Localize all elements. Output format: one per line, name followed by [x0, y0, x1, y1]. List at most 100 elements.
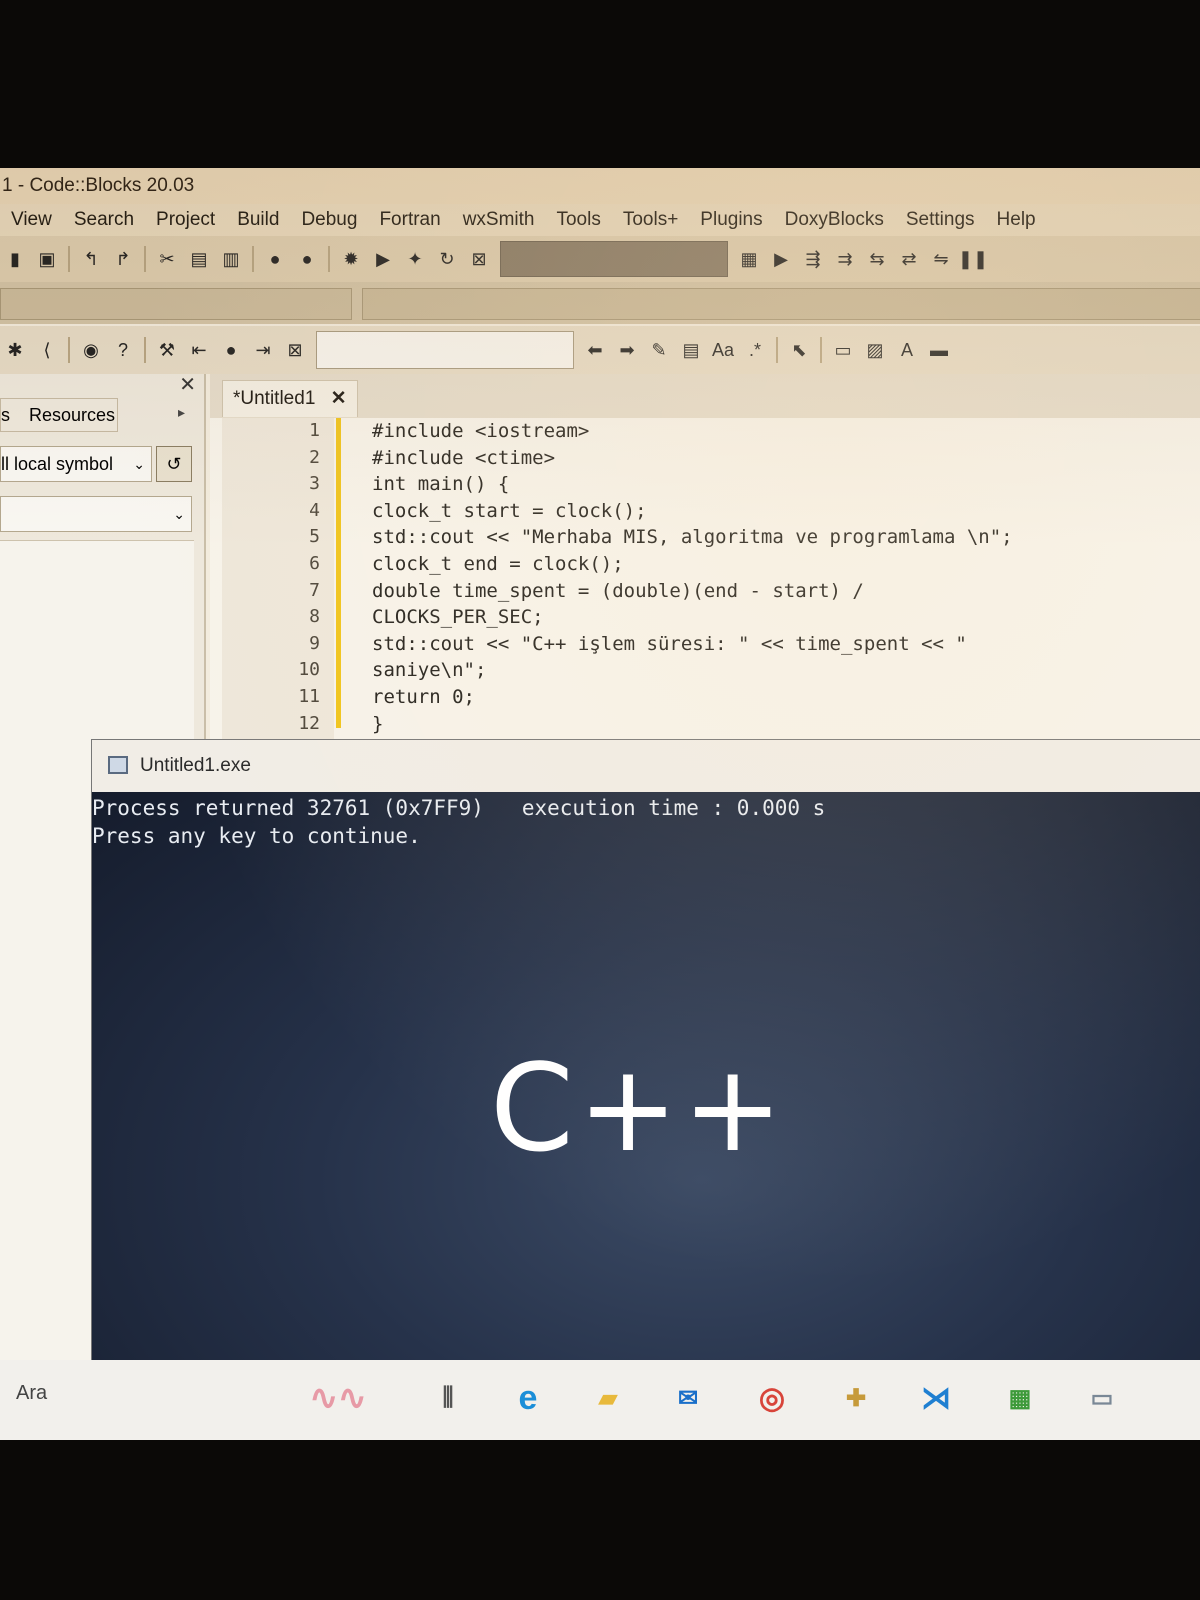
code-line: clock_t end = clock(); [372, 552, 624, 575]
console-titlebar[interactable]: Untitled1.exe [92, 740, 1200, 792]
menu-project[interactable]: Project [145, 209, 226, 231]
console-output[interactable]: Process returned 32761 (0x7FF9) executio… [92, 792, 1200, 1440]
step-icon[interactable]: ⇶ [802, 248, 824, 270]
menu-plugins[interactable]: Plugins [689, 209, 773, 231]
redo-icon[interactable]: ↱ [112, 248, 134, 270]
editor-tabs: *Untitled1 ✕ [210, 374, 1200, 418]
function-combo[interactable] [362, 288, 1200, 320]
menu-fortran[interactable]: Fortran [368, 209, 451, 231]
code-line: double time_spent = (double)(end - start… [372, 579, 864, 602]
new-file-icon[interactable]: ▮ [4, 248, 26, 270]
build-gear-icon[interactable]: ✹ [340, 248, 362, 270]
dot-icon[interactable]: ● [220, 339, 242, 361]
arrow-left-icon[interactable]: ⬅ [584, 339, 606, 361]
copy-icon[interactable]: ▤ [188, 248, 210, 270]
scope-combo[interactable] [0, 288, 352, 320]
step-into-icon[interactable]: ⇉ [834, 248, 856, 270]
tab-untitled1[interactable]: *Untitled1 ✕ [222, 380, 358, 417]
line-number: 7 [309, 579, 320, 601]
highlight-icon[interactable]: ✎ [648, 339, 670, 361]
jump-back-icon[interactable]: ⇤ [188, 339, 210, 361]
line-number: 9 [309, 632, 320, 654]
file-explorer-icon[interactable]: ▰ [588, 1378, 628, 1418]
build-run-icon[interactable]: ✦ [404, 248, 426, 270]
step-out-icon[interactable]: ⇆ [866, 248, 888, 270]
doc-icon[interactable]: ◉ [80, 339, 102, 361]
menu-search[interactable]: Search [63, 209, 145, 231]
app-tiles-icon[interactable]: ▦ [1000, 1378, 1040, 1418]
mail-icon[interactable]: ✉ [668, 1378, 708, 1418]
debug-run-icon[interactable]: ▶ [770, 248, 792, 270]
build-target-combo[interactable] [500, 241, 728, 277]
vscode-icon[interactable]: ⋊ [916, 1378, 956, 1418]
run-icon[interactable]: ▶ [372, 248, 394, 270]
arrow-right-icon[interactable]: ➡ [616, 339, 638, 361]
line-number: 11 [298, 685, 320, 707]
regex-icon[interactable]: .* [744, 339, 766, 361]
line-number: 3 [309, 473, 320, 495]
step-instruction-icon[interactable]: ⇋ [930, 248, 952, 270]
refresh-symbols-button[interactable]: ↺ [156, 446, 192, 482]
menu-tools-plus[interactable]: Tools+ [612, 209, 689, 231]
whole-word-icon[interactable]: Aa [712, 339, 734, 361]
codeblocks-icon[interactable]: ✚ [836, 1378, 876, 1418]
tab-label: *Untitled1 [233, 388, 316, 409]
abort-icon[interactable]: ⊠ [468, 248, 490, 270]
cut-icon[interactable]: ✂ [156, 248, 178, 270]
menu-tools[interactable]: Tools [545, 209, 611, 231]
text-icon[interactable]: A [896, 339, 918, 361]
debug-window-icon[interactable]: ▦ [738, 248, 760, 270]
code-line: #include <ctime> [372, 446, 556, 469]
toolbar-separator [144, 246, 146, 272]
toolbar-separator [68, 246, 70, 272]
menu-wxsmith[interactable]: wxSmith [452, 209, 546, 231]
menu-doxyblocks[interactable]: DoxyBlocks [774, 209, 895, 231]
task-view-icon[interactable]: ⫼ [428, 1378, 468, 1418]
tab-resources[interactable]: s Resources [0, 398, 118, 432]
edge-browser-icon[interactable]: e [508, 1378, 548, 1418]
tab-scroll-right-icon[interactable]: ▸ [178, 404, 185, 421]
class-browser-combo[interactable]: ⌄ [0, 496, 192, 532]
help-icon[interactable]: ? [112, 339, 134, 361]
menu-build[interactable]: Build [226, 209, 290, 231]
find-icon[interactable]: ● [264, 248, 286, 270]
line-number: 5 [309, 526, 320, 548]
rect-icon[interactable]: ▭ [832, 339, 854, 361]
code-line: clock_t start = clock(); [372, 499, 647, 522]
symbol-scope-combo[interactable]: ll local symbol ⌄ [0, 446, 152, 482]
replace-icon[interactable]: ● [296, 248, 318, 270]
pointer-icon[interactable]: ⬉ [788, 339, 810, 361]
save-icon[interactable]: ▣ [36, 248, 58, 270]
close-panel-icon[interactable]: ✕ [179, 372, 196, 397]
window-app-icon[interactable]: ▭ [1082, 1378, 1122, 1418]
bookmark-icon[interactable]: ✱ [4, 339, 26, 361]
toolbar-separator [252, 246, 254, 272]
jump-forward-icon[interactable]: ⇥ [252, 339, 274, 361]
close-tab-icon[interactable]: ✕ [331, 388, 347, 409]
console-window[interactable]: Untitled1.exe Process returned 32761 (0x… [92, 740, 1200, 1440]
code-line: CLOCKS_PER_SEC; [372, 606, 544, 629]
wrench-icon[interactable]: ⚒ [156, 339, 178, 361]
pause-icon[interactable]: ❚❚ [958, 248, 988, 270]
bar-icon[interactable]: ▬ [928, 339, 950, 361]
menu-view[interactable]: View [0, 209, 63, 231]
next-instruction-icon[interactable]: ⇄ [898, 248, 920, 270]
image-icon[interactable]: ▨ [864, 339, 886, 361]
rebuild-icon[interactable]: ↻ [436, 248, 458, 270]
undo-icon[interactable]: ↰ [80, 248, 102, 270]
menu-help[interactable]: Help [986, 209, 1047, 231]
clear-icon[interactable]: ⊠ [284, 339, 306, 361]
prev-bookmark-icon[interactable]: ⟨ [36, 339, 58, 361]
menu-settings[interactable]: Settings [895, 209, 986, 231]
line-number: 4 [309, 499, 320, 521]
match-case-icon[interactable]: ▤ [680, 339, 702, 361]
menu-debug[interactable]: Debug [290, 209, 368, 231]
chrome-icon[interactable]: ◎ [752, 1378, 792, 1418]
search-combo[interactable] [316, 331, 574, 369]
paste-icon[interactable]: ▥ [220, 248, 242, 270]
code-line: saniye\n"; [372, 659, 487, 682]
code-editor: *Untitled1 ✕ 1 2 3 4 5 6 7 8 9 10 11 12 … [210, 374, 1200, 744]
taskbar-search-label[interactable]: Ara [16, 1382, 47, 1405]
line-number: 6 [309, 552, 320, 574]
code-text-area[interactable]: #include <iostream> #include <ctime> int… [372, 418, 1192, 737]
